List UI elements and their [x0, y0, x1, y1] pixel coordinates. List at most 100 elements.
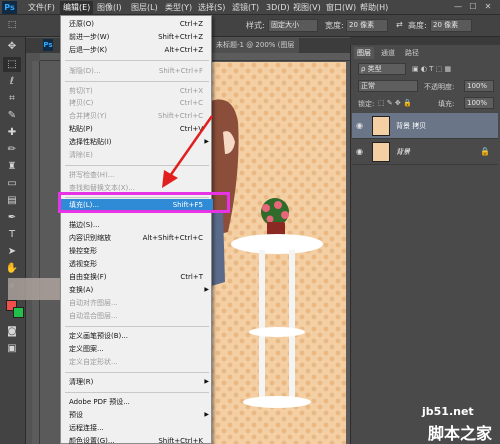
layer-kind-filter[interactable]: ρ 类型 — [358, 63, 406, 75]
lock-label: 锁定: — [358, 100, 375, 108]
tab-layers[interactable]: 图层 — [354, 47, 374, 59]
style-select[interactable]: 固定大小 — [268, 19, 318, 32]
menu-3d[interactable]: 3D(D) — [266, 1, 290, 14]
menu-separator — [65, 392, 209, 393]
watermark-url: jb51.net — [422, 405, 474, 418]
document-canvas[interactable] — [203, 62, 346, 444]
quick-mask-icon[interactable]: ◙ — [3, 324, 21, 339]
submenu-arrow-icon: ▶ — [204, 378, 209, 385]
submenu-arrow-icon: ▶ — [204, 286, 209, 293]
filter-icons[interactable]: ▣ ◐ T ⬚ ▦ — [412, 65, 451, 73]
healing-icon[interactable]: ✚ — [3, 125, 21, 140]
style-label: 样式: — [246, 21, 265, 30]
menu-type[interactable]: 类型(Y) — [165, 1, 192, 14]
crop-icon[interactable]: ⌗ — [3, 91, 21, 106]
menu-separator — [65, 60, 209, 61]
menu-image[interactable]: 图像(I) — [97, 1, 122, 14]
menu-item-step-backward[interactable]: 后退一步(K) Alt+Ctrl+Z — [61, 44, 213, 56]
menu-item-define-brush[interactable]: 定义画笔预设(B)... — [61, 330, 213, 342]
visibility-eye-icon[interactable]: ◉ — [356, 121, 363, 130]
marquee-icon[interactable]: ⬚ — [3, 57, 21, 72]
width-label: 宽度: — [325, 21, 344, 30]
menu-item-color-settings[interactable]: 颜色设置(G)... Shift+Ctrl+K — [61, 435, 213, 444]
menu-separator — [65, 326, 209, 327]
menu-window[interactable]: 窗口(W) — [326, 1, 356, 14]
move-icon[interactable]: ✥ — [3, 39, 21, 54]
background-color-swatch[interactable] — [13, 307, 24, 318]
document-tab[interactable]: 未标题-1 @ 200% (图层 — [211, 38, 300, 53]
menu-item-stroke[interactable]: 描边(S)... — [61, 219, 213, 231]
stamp-icon[interactable]: ♜ — [3, 159, 21, 174]
menu-separator — [65, 81, 209, 82]
menubar: Ps 文件(F) 编辑(E) 图像(I) 图层(L) 类型(Y) 选择(S) 滤… — [0, 0, 500, 15]
menu-item-transform[interactable]: 变换(A) ▶ — [61, 284, 213, 296]
visibility-eye-icon[interactable]: ◉ — [356, 147, 363, 156]
menu-item-define-pattern[interactable]: 定义图案... — [61, 343, 213, 355]
gradient-icon[interactable]: ▤ — [3, 193, 21, 208]
menu-select[interactable]: 选择(S) — [198, 1, 225, 14]
menu-item-fade[interactable]: 渐隐(D)... Shift+Ctrl+F — [61, 65, 213, 77]
menu-item-presets[interactable]: 预设 ▶ — [61, 409, 213, 421]
app-logo: Ps — [2, 1, 17, 14]
opacity-input[interactable]: 100% — [464, 80, 494, 92]
pedestal — [231, 234, 323, 408]
swap-icon[interactable]: ⇄ — [396, 20, 403, 29]
toolbox: ✥ ⬚ ℓ ⌗ ✎ ✚ ✏ ♜ ▭ ▤ ✒ T ➤ ✋ ⌕ ◙ ▣ — [0, 37, 26, 444]
fill-label: 填充: — [438, 100, 455, 108]
menu-separator — [65, 372, 209, 373]
marquee-preset-icon[interactable]: ⬚ — [3, 18, 21, 33]
screen-mode-icon[interactable]: ▣ — [3, 341, 21, 356]
flower-pot — [261, 198, 289, 236]
menu-item-auto-align-layers[interactable]: 自动对齐图层... — [61, 297, 213, 309]
menu-item-auto-blend-layers[interactable]: 自动混合图层... — [61, 310, 213, 322]
tab-paths[interactable]: 路径 — [402, 47, 422, 59]
menu-item-undo[interactable]: 还原(O) Ctrl+Z — [61, 18, 213, 30]
menu-item-free-transform[interactable]: 自由变换(F) Ctrl+T — [61, 271, 213, 283]
annotation-arrow — [162, 115, 214, 188]
lock-row: 锁定: ⬚ ✎ ✥ 🔒 填充: 100% — [352, 96, 498, 112]
layer-row[interactable]: ◉ 背景 拷贝 — [352, 113, 498, 139]
menu-help[interactable]: 帮助(H) — [360, 1, 388, 14]
menu-view[interactable]: 视图(V) — [293, 1, 321, 14]
menu-item-cut[interactable]: 剪切(T) Ctrl+X — [61, 85, 213, 97]
menu-item-adobe-pdf-presets[interactable]: Adobe PDF 预设... — [61, 396, 213, 408]
menu-item-copy[interactable]: 拷贝(C) Ctrl+C — [61, 97, 213, 109]
eyedropper-icon[interactable]: ✎ — [3, 108, 21, 123]
menu-file[interactable]: 文件(F) — [28, 1, 55, 14]
layer-filter-row: ρ 类型 ▣ ◐ T ⬚ ▦ — [352, 62, 498, 78]
width-input[interactable]: 20 像素 — [346, 19, 388, 32]
height-input[interactable]: 20 像素 — [430, 19, 472, 32]
lock-icons[interactable]: ⬚ ✎ ✥ 🔒 — [378, 99, 412, 107]
maximize-icon[interactable]: ☐ — [467, 2, 479, 12]
menu-item-purge[interactable]: 清理(R) ▶ — [61, 376, 213, 388]
watermark-text: 脚本之家 — [428, 424, 493, 443]
pen-icon[interactable]: ✒ — [3, 210, 21, 225]
doc-logo: Ps — [43, 39, 53, 51]
panel-header-strip — [350, 37, 500, 45]
menu-item-content-aware-scale[interactable]: 内容识别缩放 Alt+Shift+Ctrl+C — [61, 232, 213, 244]
fill-input[interactable]: 100% — [464, 97, 494, 109]
menu-edit[interactable]: 编辑(E) — [60, 1, 94, 14]
menu-item-define-custom-shape[interactable]: 定义自定形状... — [61, 356, 213, 368]
submenu-arrow-icon: ▶ — [204, 411, 209, 418]
minimize-icon[interactable]: — — [452, 2, 464, 12]
height-label: 高度: — [408, 21, 427, 30]
hand-icon[interactable]: ✋ — [3, 261, 21, 276]
lasso-icon[interactable]: ℓ — [3, 74, 21, 89]
brush-icon[interactable]: ✏ — [3, 142, 21, 157]
blend-mode-select[interactable]: 正常 — [358, 80, 418, 92]
layer-row[interactable]: ◉ 背景 🔒 — [352, 139, 498, 165]
close-icon[interactable]: ✕ — [482, 2, 494, 12]
layer-name: 背景 拷贝 — [396, 122, 427, 130]
tab-channels[interactable]: 通道 — [378, 47, 398, 59]
path-select-icon[interactable]: ➤ — [3, 244, 21, 259]
menu-item-perspective-warp[interactable]: 透视变形 — [61, 258, 213, 270]
menu-layer[interactable]: 图层(L) — [131, 1, 158, 14]
menu-item-puppet-warp[interactable]: 操控变形 — [61, 245, 213, 257]
type-icon[interactable]: T — [3, 227, 21, 242]
eraser-icon[interactable]: ▭ — [3, 176, 21, 191]
menu-item-remote-connections[interactable]: 远程连接... — [61, 422, 213, 434]
menu-filter[interactable]: 滤镜(T) — [232, 1, 259, 14]
fill-highlight-box — [58, 192, 230, 213]
menu-item-step-forward[interactable]: 前进一步(W) Shift+Ctrl+Z — [61, 31, 213, 43]
